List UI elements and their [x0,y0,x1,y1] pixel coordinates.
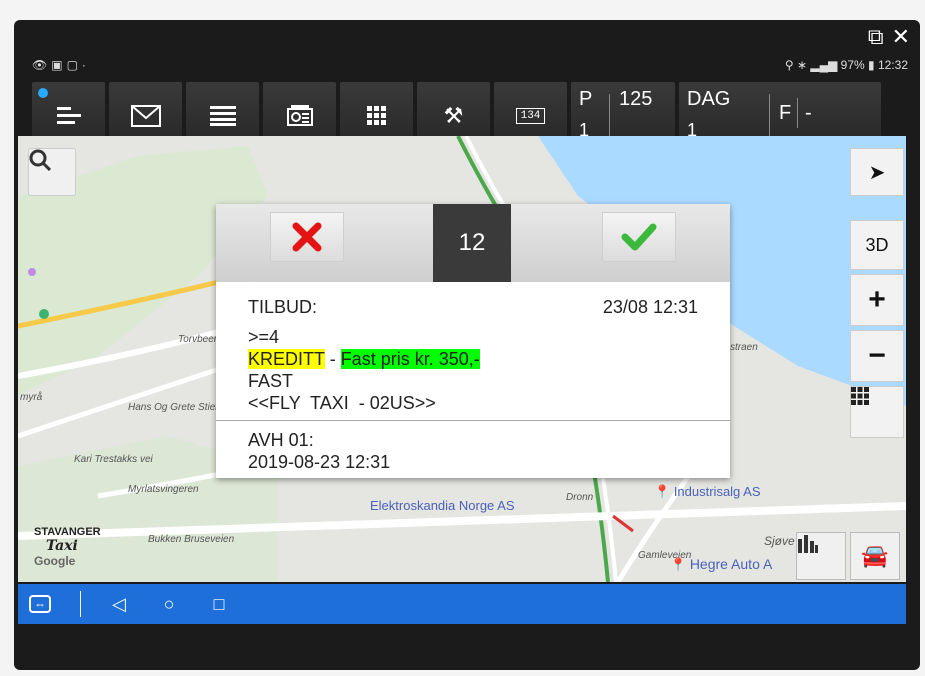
f-value: - [805,102,812,124]
window-controls: ⧉ ✕ [868,26,910,48]
dialog-header: 12 [216,204,730,282]
map-label-sjove: Sjøve [764,534,795,548]
teamviewer-status-icon: ▣ [51,58,63,72]
poi-hegre-label: Hegre Auto A [689,556,773,572]
offer-dialog: 12 TILBUD: 23/08 12:31 >=4 KREDITT - Fas… [216,204,730,478]
accept-button[interactable] [602,212,676,262]
pickup-label: AVH 01: [248,430,314,450]
kreditt-label: KREDITT [248,349,325,369]
poi-elektroskandia-label: Elektroskandia Norge AS [370,498,515,513]
reject-button[interactable] [270,212,344,262]
recents-icon: □ [213,593,225,614]
notification-dot [38,88,48,98]
back-button[interactable]: ◁ [99,594,139,615]
poi-industrisalg-label: Industrisalg AS [673,484,761,499]
poi-elektroskandia[interactable]: Elektroskandia Norge AS [370,498,515,513]
menu-icon [56,107,81,124]
map-label-kari: Kari Trestakks vei [74,454,153,465]
teamviewer-icon: ⇔ [29,595,51,613]
android-nav-bar: ⇔ ◁ ○ □ [18,584,906,624]
search-icon [29,149,51,171]
stats-button[interactable] [796,532,846,580]
display-label: 134 [515,108,546,124]
pin-icon: 📍 [654,484,671,499]
map-label-myra: myrå [20,392,43,403]
home-button[interactable]: ○ [139,594,199,615]
list-icon [209,106,236,126]
offer-title: TILBUD: [248,297,318,317]
poi-industrisalg[interactable]: 📍 Industrisalg AS [654,484,761,500]
taximeter-icon [286,105,313,126]
offer-line-passengers: >=4 [248,327,280,347]
f-label: F [779,102,792,124]
back-icon: ◁ [112,593,126,614]
teamviewer-button[interactable]: ⇔ [18,595,62,613]
close-icon[interactable]: ✕ [892,26,910,48]
p-label: P [579,88,593,110]
map-label-hans: Hans Og Grete Stien [128,402,221,413]
pin-icon: 📍 [670,557,687,572]
traffic-button[interactable]: 🚘 [850,532,900,580]
poi-hegre[interactable]: 📍 Hegre Auto A [670,556,772,573]
status-right: ⚲ ∗ ▂▄▆ 97% ▮ 12:32 [785,58,908,72]
envelope-icon [130,105,161,127]
status-text: 97% ▮ 12:32 [840,58,908,72]
grid-icon [851,387,869,405]
popout-icon[interactable]: ⧉ [868,26,884,48]
offer-line-fast: FAST [248,371,294,391]
red-x-icon [292,222,322,252]
green-check-icon [621,223,657,251]
dag-label: DAG [687,88,731,110]
offer-time: 23/08 12:31 [602,297,698,317]
nav-divider [80,591,81,617]
grid-icon [366,106,386,125]
map-search-button[interactable] [28,148,76,196]
countdown-counter: 12 [433,204,511,282]
three-d-button[interactable]: 3D [850,220,904,270]
screen-icon: ▢ [66,58,78,72]
pickup-time: 2019-08-23 12:31 [248,452,391,472]
zoom-in-button[interactable]: + [850,274,904,326]
fixed-price-label: Fast pris kr. 350,- [340,349,480,369]
map-label-straen: straen [730,342,758,353]
map-label-mydal: Myrlatsvingeren [128,484,199,495]
android-status-bar: 👁 ▣ ▢ · ⚲ ∗ ▂▄▆ 97% ▮ 12:32 [32,56,908,74]
location-icon: ⚲ [784,58,794,72]
map-label-dronn: Dronn [566,492,594,503]
more-dot-icon: · [81,58,86,72]
bar-chart-icon [798,535,818,553]
p-divider [609,94,610,136]
offer-line-payment: KREDITT - Fast pris kr. 350,- [248,349,480,369]
zoom-out-button[interactable]: − [850,330,904,382]
recents-button[interactable]: □ [199,594,239,615]
stavanger-taxi-logo: STAVANGER Taxi Google [34,526,101,568]
eye-icon: 👁 [32,58,48,72]
map-label-torvbeen: Torvbeen [178,334,220,345]
home-icon: ○ [163,593,175,614]
map-grid-button[interactable] [850,386,904,438]
navigation-arrow-icon: ➤ [868,161,886,184]
tools-icon: ⚒ [443,103,464,128]
f-divider [797,98,798,128]
offer-line-note: <<FLY TAXI - 02US>> [248,393,436,413]
p-count: 125 [619,88,653,110]
cars-icon: 🚘 [861,543,889,568]
map-label-bukken: Bukken Bruseveien [148,534,235,545]
signal-icon: ▂▄▆ [810,58,838,72]
locate-button[interactable]: ➤ [850,148,904,196]
bluetooth-icon: ∗ [796,58,808,72]
dialog-body: TILBUD: 23/08 12:31 >=4 KREDITT - Fast p… [216,282,730,473]
dag-divider [769,94,770,136]
